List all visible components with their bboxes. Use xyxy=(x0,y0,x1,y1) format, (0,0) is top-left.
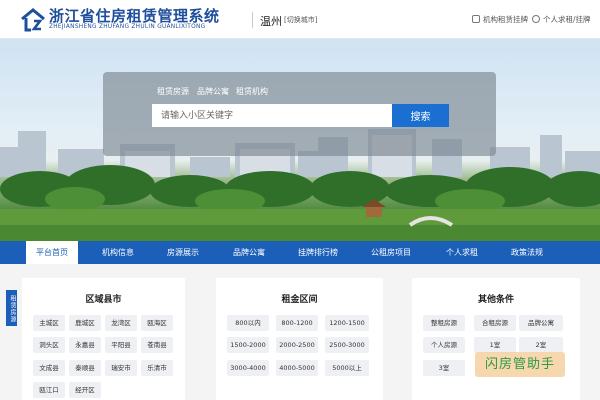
region-card-title: 区域县市 xyxy=(85,295,122,305)
site-title[interactable]: 浙江省住房租赁管理系统 xyxy=(49,5,220,26)
hero-banner xyxy=(0,39,600,241)
nav-listing-ranking[interactable]: 挂牌排行榜 xyxy=(294,241,342,264)
rent-range-tag[interactable]: 800-1200 xyxy=(276,315,318,331)
other-filters-card-title: 其他条件 xyxy=(477,295,514,305)
house-logo-icon[interactable] xyxy=(20,7,46,33)
search-tab-rental-agency[interactable]: 租赁机构 xyxy=(236,86,268,97)
site-subtitle: ZHEJIANSHENG ZHUFANG ZHULIN GUANLIXITONG xyxy=(49,24,206,30)
site-header: 浙江省住房租赁管理系统 ZHEJIANSHENG ZHUFANG ZHULIN … xyxy=(0,0,600,39)
other-filter-tag[interactable]: 个人房源 xyxy=(423,337,465,353)
side-tag-rental-housing: 租赁房源 xyxy=(6,290,17,326)
region-tag[interactable]: 鹿城区 xyxy=(69,315,101,331)
other-filter-tag[interactable]: 整租房源 xyxy=(423,315,465,331)
building-icon xyxy=(472,15,480,23)
region-tag[interactable]: 平阳县 xyxy=(105,337,137,353)
rent-range-tag[interactable]: 3000-4000 xyxy=(227,360,269,376)
region-tag[interactable]: 龙湾区 xyxy=(105,315,137,331)
rent-range-tag[interactable]: 1200-1500 xyxy=(325,315,369,331)
region-tag[interactable]: 永嘉县 xyxy=(69,337,101,353)
person-icon xyxy=(532,15,540,23)
nav-public-housing[interactable]: 公租房项目 xyxy=(367,241,415,264)
nav-listings[interactable]: 房源展示 xyxy=(163,241,203,264)
region-tag[interactable]: 主城区 xyxy=(33,315,65,331)
nav-agency-info[interactable]: 机构信息 xyxy=(98,241,138,264)
header-divider xyxy=(252,12,253,28)
other-filter-tag[interactable]: 合租房源 xyxy=(474,315,516,331)
search-tab-rental-housing[interactable]: 租赁房源 xyxy=(157,86,189,97)
personal-rent-label: 个人求租/挂牌 xyxy=(543,15,591,24)
other-filter-tag[interactable]: 2室 xyxy=(519,337,563,353)
search-tab-brand-apartment[interactable]: 品牌公寓 xyxy=(197,86,229,97)
nav-brand-apartments[interactable]: 品牌公寓 xyxy=(229,241,269,264)
region-tag[interactable]: 经开区 xyxy=(69,382,101,398)
rent-range-tag[interactable]: 800以内 xyxy=(227,315,269,331)
main-nav: 平台首页 机构信息 房源展示 品牌公寓 挂牌排行榜 公租房项目 个人求租 政策法… xyxy=(0,241,600,264)
search-button[interactable]: 搜索 xyxy=(392,104,449,127)
rent-range-tag[interactable]: 1500-2000 xyxy=(227,337,269,353)
region-tag[interactable]: 乐清市 xyxy=(141,360,173,376)
rent-range-tag[interactable]: 2000-2500 xyxy=(276,337,318,353)
nav-home[interactable]: 平台首页 xyxy=(26,241,78,264)
rent-range-card-title: 租金区间 xyxy=(281,295,318,305)
rent-range-tag[interactable]: 2500-3000 xyxy=(325,337,369,353)
rent-range-tag[interactable]: 5000以上 xyxy=(325,360,369,376)
region-card: 区域县市 主城区 鹿城区 龙湾区 瓯海区 洞头区 永嘉县 平阳县 苍南县 文成县… xyxy=(22,278,185,400)
watermark: 闪房管助手 xyxy=(475,352,565,377)
nav-personal-rent[interactable]: 个人求租 xyxy=(442,241,482,264)
region-tag[interactable]: 泰顺县 xyxy=(69,360,101,376)
switch-city-link[interactable]: [切换城市] xyxy=(284,15,317,25)
search-input[interactable] xyxy=(152,104,392,127)
other-filter-tag[interactable]: 3室 xyxy=(423,360,465,376)
region-tag[interactable]: 文成县 xyxy=(33,360,65,376)
nav-policies[interactable]: 政策法规 xyxy=(507,241,547,264)
agency-listing-label: 机构租赁挂牌 xyxy=(483,15,528,24)
other-filter-tag[interactable]: 品牌公寓 xyxy=(519,315,563,331)
other-filter-tag[interactable]: 1室 xyxy=(474,337,516,353)
agency-listing-link[interactable]: 机构租赁挂牌 xyxy=(472,14,528,25)
rent-range-card: 租金区间 800以内 800-1200 1200-1500 1500-2000 … xyxy=(216,278,383,400)
region-tag[interactable]: 瑞安市 xyxy=(105,360,137,376)
rent-range-tag[interactable]: 4000-5000 xyxy=(276,360,318,376)
region-tag[interactable]: 洞头区 xyxy=(33,337,65,353)
other-filters-card: 其他条件 整租房源 合租房源 品牌公寓 个人房源 1室 2室 3室 xyxy=(412,278,580,400)
region-tag[interactable]: 瓯江口 xyxy=(33,382,65,398)
personal-rent-link[interactable]: 个人求租/挂牌 xyxy=(532,14,591,25)
current-city: 温州 xyxy=(260,15,282,28)
region-tag[interactable]: 瓯海区 xyxy=(141,315,173,331)
region-tag[interactable]: 苍南县 xyxy=(141,337,173,353)
